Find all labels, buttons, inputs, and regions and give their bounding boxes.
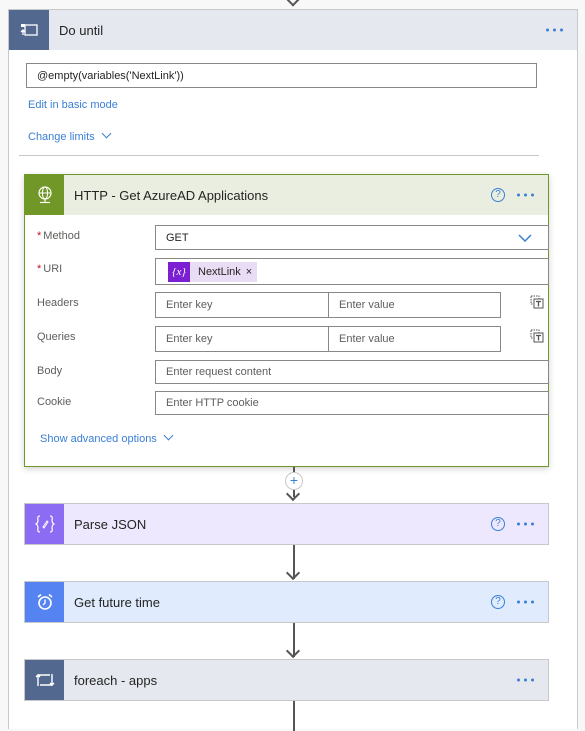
do-until-header[interactable]: Do until (9, 10, 577, 50)
chevron-down-icon (101, 128, 112, 139)
change-limits-label: Change limits (28, 131, 95, 143)
divider (19, 155, 539, 156)
parse-json-card[interactable]: Parse JSON ? (24, 503, 549, 545)
parse-json-icon (25, 504, 64, 544)
remove-token-icon[interactable]: × (246, 266, 252, 278)
queries-value-input[interactable]: Enter value (328, 326, 501, 352)
uri-input[interactable]: {x} NextLink × (155, 258, 549, 285)
headers-key-input[interactable]: Enter key (155, 292, 329, 318)
foreach-apps-title: foreach - apps (74, 672, 158, 688)
do-until-more-button[interactable] (546, 28, 563, 32)
do-until-expression-input[interactable]: @empty(variables('NextLink')) (26, 63, 537, 88)
switch-to-text-mode-icon[interactable] (530, 329, 544, 343)
parse-json-more-button[interactable] (517, 522, 534, 526)
loop-icon (25, 660, 64, 700)
headers-value-input[interactable]: Enter value (328, 292, 501, 318)
cookie-label: Cookie (37, 396, 72, 408)
get-future-time-card[interactable]: Get future time ? (24, 581, 549, 623)
foreach-apps-card[interactable]: foreach - apps (24, 659, 549, 701)
connector-line (293, 701, 295, 731)
token-label: NextLink (198, 265, 241, 278)
headers-label: Headers (37, 297, 79, 309)
alarm-clock-icon (25, 582, 64, 622)
help-icon[interactable]: ? (491, 595, 505, 609)
http-action-header[interactable]: HTTP - Get AzureAD Applications ? (25, 175, 548, 215)
http-action-title: HTTP - Get AzureAD Applications (74, 187, 269, 203)
do-until-icon (9, 10, 49, 50)
show-advanced-label: Show advanced options (40, 433, 157, 445)
globe-icon (25, 175, 64, 215)
show-advanced-options-link[interactable]: Show advanced options (40, 430, 174, 445)
get-future-time-more-button[interactable] (517, 600, 534, 604)
incoming-arrow (284, 0, 302, 7)
method-select[interactable]: GET (155, 225, 549, 250)
chevron-down-icon (163, 430, 174, 441)
help-icon[interactable]: ? (491, 188, 505, 202)
expression-text: @empty(variables('NextLink')) (37, 69, 184, 82)
get-future-time-title: Get future time (74, 594, 160, 610)
method-value: GET (166, 231, 189, 244)
change-limits-link[interactable]: Change limits (28, 128, 112, 143)
do-until-container: Do until @empty(variables('NextLink')) E… (8, 9, 578, 731)
arrow-down-icon (285, 565, 301, 581)
queries-label: Queries (37, 331, 76, 343)
chevron-down-icon (518, 234, 532, 242)
edit-basic-mode-link[interactable]: Edit in basic mode (28, 99, 118, 111)
plus-icon: + (289, 472, 299, 488)
http-action-card: HTTP - Get AzureAD Applications ? * Metho… (24, 174, 549, 467)
nextlink-token[interactable]: {x} NextLink × (168, 261, 258, 282)
body-label: Body (37, 365, 63, 377)
variable-icon: {x} (168, 261, 190, 282)
queries-key-input[interactable]: Enter key (155, 326, 329, 352)
method-label: * Method (37, 230, 80, 242)
http-action-more-button[interactable] (517, 193, 534, 197)
arrow-down-icon (285, 643, 301, 659)
do-until-title: Do until (59, 22, 104, 38)
switch-to-text-mode-icon[interactable] (530, 295, 544, 309)
body-input[interactable]: Enter request content (155, 360, 549, 384)
uri-label: * URI (37, 263, 63, 275)
parse-json-title: Parse JSON (74, 516, 147, 532)
help-icon[interactable]: ? (491, 517, 505, 531)
foreach-apps-more-button[interactable] (517, 678, 534, 682)
cookie-input[interactable]: Enter HTTP cookie (155, 391, 549, 415)
